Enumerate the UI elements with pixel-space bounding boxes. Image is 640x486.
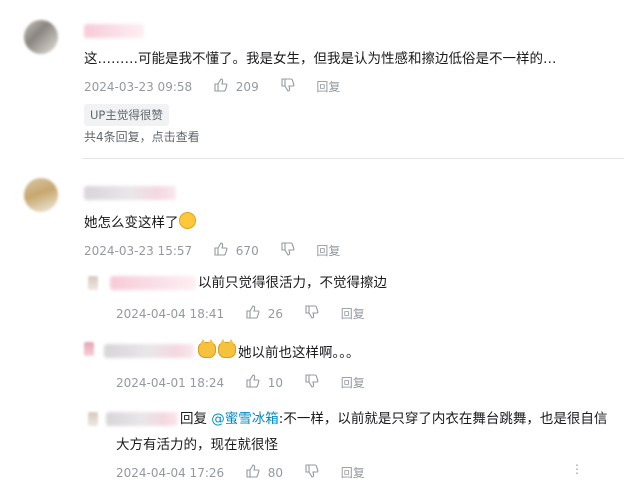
- thumb-up-icon[interactable]: [246, 464, 260, 481]
- thumb-down-icon[interactable]: [305, 464, 319, 481]
- view-replies-link[interactable]: 共4条回复，点击查看: [84, 128, 200, 145]
- reply-username[interactable]: [110, 276, 196, 290]
- username[interactable]: [84, 24, 144, 38]
- thumb-up-icon[interactable]: [246, 374, 260, 391]
- reply-avatar[interactable]: [88, 412, 98, 426]
- reply-date: 2024-04-04 18:41: [116, 306, 225, 321]
- reply-body: 她以前也这样啊。。。: [238, 345, 360, 361]
- avatar[interactable]: [24, 20, 58, 54]
- reply-meta: 2024-04-04 18:41 26 回复: [116, 305, 365, 322]
- reply-meta: 2024-04-01 18:24 10 回复: [116, 374, 365, 391]
- reply-button[interactable]: 回复: [316, 242, 340, 259]
- reply-body-line1: :不一样，以前就是只穿了内衣在舞台跳舞，也是很自信: [278, 411, 608, 427]
- thumb-down-icon[interactable]: [280, 78, 295, 95]
- thumb-down-icon[interactable]: [305, 305, 319, 322]
- thumb-up-icon[interactable]: [214, 242, 228, 259]
- like-count: 209: [235, 79, 259, 94]
- reply-prefix: 回复: [180, 411, 207, 427]
- reply-date: 2024-04-01 18:24: [116, 375, 225, 390]
- thumb-up-icon[interactable]: [214, 78, 228, 95]
- reply-text: 以前只觉得很活力，不觉得擦边: [198, 275, 387, 291]
- comment-meta: 2024-03-23 15:57 670 回复: [84, 242, 340, 259]
- reply-text-continued: 大方有活力的，现在就很怪: [116, 437, 278, 453]
- comment-body: 她怎么变这样了: [84, 215, 179, 231]
- reply-avatar[interactable]: [84, 342, 94, 356]
- comment-text: 这………可能是我不懂了。我是女生，但我是认为性感和擦边低俗是不一样的…: [84, 51, 557, 67]
- reply-meta: 2024-04-04 17:26 80 回复: [116, 464, 365, 481]
- thumb-down-icon[interactable]: [280, 242, 295, 259]
- comment-meta: 2024-03-23 09:58 209 回复: [84, 78, 340, 95]
- username[interactable]: [84, 186, 176, 200]
- comment-date: 2024-03-23 15:57: [84, 243, 193, 258]
- like-count: 80: [267, 465, 284, 480]
- avatar[interactable]: [24, 178, 58, 212]
- comment-text: 她怎么变这样了: [84, 212, 196, 233]
- cat-emoji-icon: [198, 339, 216, 358]
- reply-text: 回复 @蜜雪冰箱:不一样，以前就是只穿了内衣在舞台跳舞，也是很自信: [180, 410, 607, 429]
- thumb-down-icon[interactable]: [305, 374, 319, 391]
- like-count: 670: [235, 243, 259, 258]
- reply-avatar[interactable]: [88, 276, 98, 290]
- reply-button[interactable]: 回复: [316, 78, 340, 95]
- reply-button[interactable]: 回复: [341, 305, 365, 322]
- reply-text: 她以前也这样啊。。。: [198, 339, 360, 363]
- more-dots-icon[interactable]: ⋮: [571, 462, 584, 476]
- up-liked-badge: UP主觉得很赞: [84, 104, 169, 126]
- mention-link[interactable]: @蜜雪冰箱: [211, 411, 279, 427]
- cat-emoji-icon: [218, 339, 236, 358]
- reply-date: 2024-04-04 17:26: [116, 465, 225, 480]
- reply-button[interactable]: 回复: [341, 464, 365, 481]
- divider: [82, 158, 624, 159]
- tired-face-emoji-icon: [178, 212, 196, 229]
- reply-button[interactable]: 回复: [341, 374, 365, 391]
- reply-username[interactable]: [106, 412, 178, 426]
- like-count: 10: [267, 375, 284, 390]
- reply-username[interactable]: [104, 344, 194, 358]
- comment-date: 2024-03-23 09:58: [84, 79, 193, 94]
- like-count: 26: [267, 306, 284, 321]
- thumb-up-icon[interactable]: [246, 305, 260, 322]
